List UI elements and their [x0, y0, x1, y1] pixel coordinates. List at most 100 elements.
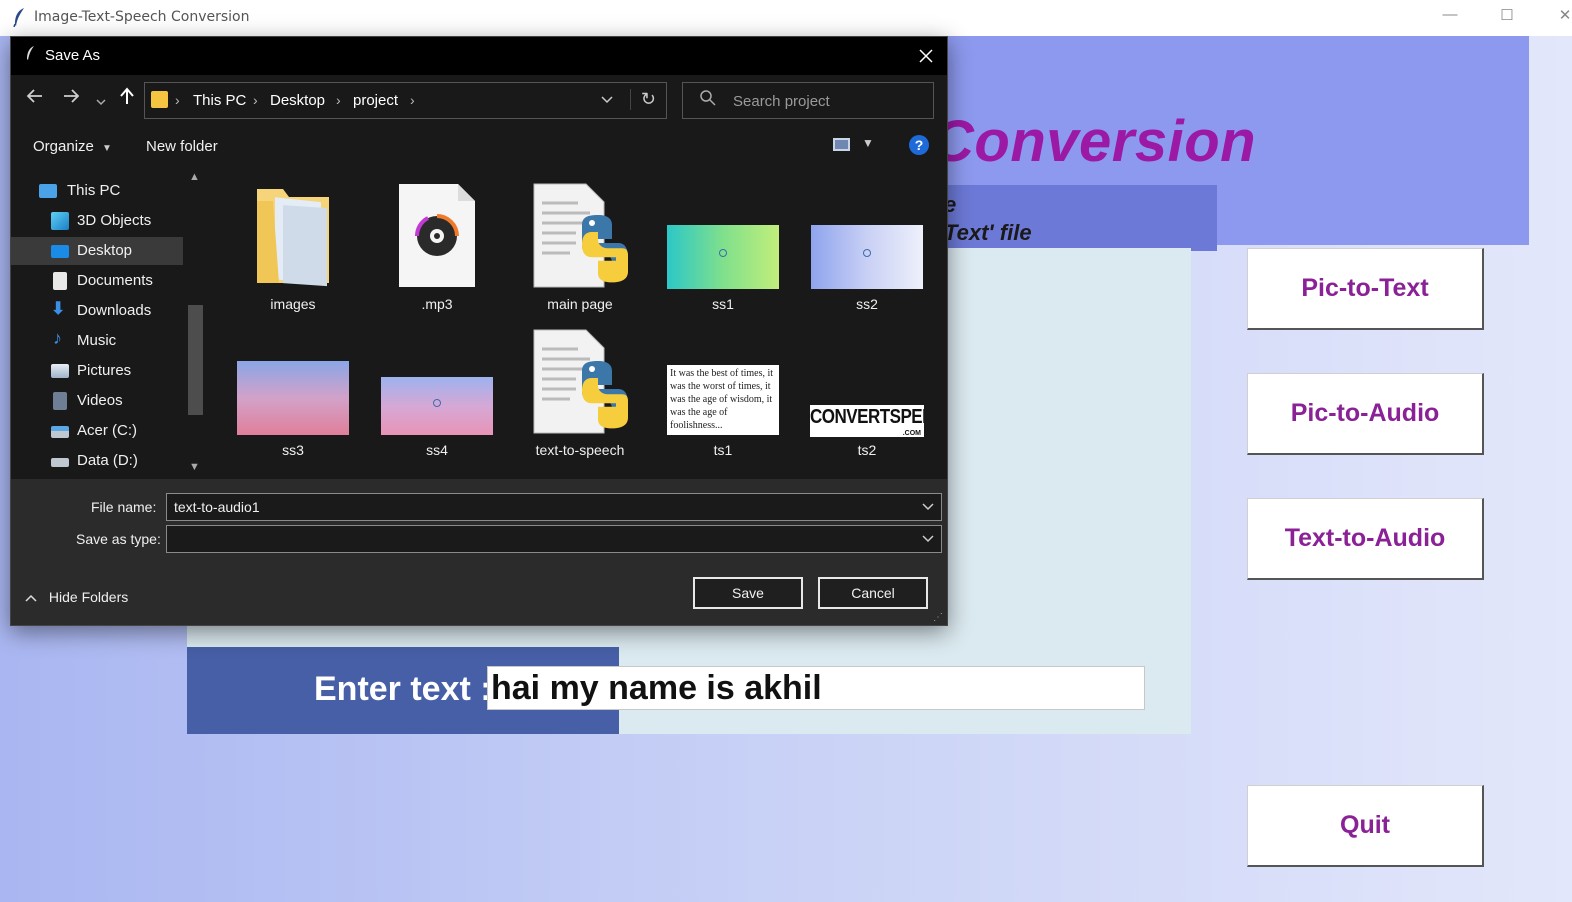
minimize-button[interactable]: — — [1430, 6, 1470, 23]
thumbnail-mark-icon — [719, 249, 727, 257]
file-name: ts1 — [713, 442, 733, 458]
cube-icon — [51, 212, 69, 230]
file-name: ts2 — [857, 442, 877, 458]
chevron-up-icon[interactable]: ▲ — [189, 171, 200, 183]
sidebar-item-label: Acer (C:) — [77, 422, 137, 439]
organize-label: Organize — [33, 138, 94, 155]
file-name: ss3 — [282, 442, 304, 458]
window-close-button[interactable]: ✕ — [1545, 6, 1572, 24]
sidebar-item-downloads[interactable]: ⬇ Downloads — [11, 297, 183, 325]
thumbnail-mark-icon — [433, 399, 441, 407]
dialog-close-button[interactable] — [913, 43, 939, 69]
breadcrumb-this-pc[interactable]: This PC — [193, 92, 246, 109]
window-title: Image-Text-Speech Conversion — [34, 9, 250, 25]
save-as-type-select[interactable] — [166, 525, 942, 553]
file-name-input[interactable]: text-to-audio1 — [166, 493, 942, 521]
breadcrumb-desktop[interactable]: Desktop — [270, 92, 325, 109]
back-arrow-icon[interactable] — [23, 87, 47, 110]
file-item-text-to-speech[interactable]: text-to-speech — [510, 329, 650, 459]
save-as-type-label: Save as type: — [76, 531, 161, 547]
text-to-audio-button[interactable]: Text-to-Audio — [1247, 498, 1484, 580]
hide-folders-label: Hide Folders — [48, 589, 129, 605]
pic-to-text-button[interactable]: Pic-to-Text — [1247, 248, 1484, 330]
save-button[interactable]: Save — [693, 577, 803, 609]
save-as-dialog: Save As › This PC › Desktop › project › — [10, 36, 948, 626]
file-item-ts1[interactable]: It was the best of times, it was the wor… — [653, 329, 793, 459]
search-box[interactable]: Search project — [682, 82, 934, 119]
pic-to-audio-button[interactable]: Pic-to-Audio — [1247, 373, 1484, 455]
chevron-down-icon[interactable]: ▼ — [862, 136, 874, 150]
up-arrow-icon[interactable] — [115, 87, 139, 111]
chevron-down-icon[interactable]: ▼ — [189, 461, 200, 473]
ts2-logo-text: CONVERTSPEECH — [810, 405, 924, 428]
sidebar-item-documents[interactable]: Documents — [11, 267, 183, 295]
sidebar-item-label: Desktop — [77, 242, 133, 259]
file-item-main-page[interactable]: main page — [510, 183, 650, 313]
desktop-icon — [51, 245, 69, 258]
folder-icon — [151, 91, 168, 108]
chevron-down-icon[interactable] — [601, 91, 613, 108]
address-bar[interactable]: › This PC › Desktop › project › ↻ — [144, 82, 667, 119]
breadcrumb-project[interactable]: project — [353, 92, 398, 109]
breadcrumb-separator-icon: › — [336, 92, 341, 108]
sidebar-item-drive-c[interactable]: Acer (C:) — [11, 417, 183, 445]
file-name-label: File name: — [91, 499, 157, 515]
dialog-titlebar: Save As — [11, 37, 947, 75]
refresh-icon[interactable]: ↻ — [629, 89, 656, 110]
file-name: main page — [547, 296, 613, 312]
new-folder-button[interactable]: New folder — [146, 138, 218, 155]
pictures-icon — [51, 364, 69, 378]
file-item-ts2[interactable]: CONVERTSPEECH .COM ts2 — [797, 329, 937, 459]
breadcrumb-separator-icon: › — [175, 92, 180, 108]
sidebar-item-music[interactable]: ♪ Music — [11, 327, 183, 355]
computer-icon — [39, 184, 57, 198]
dialog-title: Save As — [45, 47, 101, 64]
image-thumbnail: CONVERTSPEECH .COM — [810, 405, 924, 437]
help-icon[interactable]: ? — [909, 135, 929, 155]
organize-button[interactable]: Organize ▼ — [33, 138, 112, 155]
navigation-pane: This PC 3D Objects Desktop Documents ⬇ D… — [11, 167, 207, 479]
app-header-title: Conversion — [932, 109, 1257, 174]
breadcrumb-separator-icon: › — [253, 92, 258, 108]
text-input[interactable]: hai my name is akhil — [487, 666, 1145, 710]
forward-arrow-icon[interactable] — [59, 87, 83, 110]
sidebar-item-drive-d[interactable]: Data (D:) — [11, 447, 183, 475]
sidebar-item-label: Downloads — [77, 302, 152, 319]
maximize-button[interactable]: ☐ — [1487, 6, 1527, 24]
resize-grip-icon[interactable]: ⋰ — [933, 612, 943, 623]
sidebar-item-desktop[interactable]: Desktop — [11, 237, 183, 265]
scrollbar-thumb[interactable] — [188, 305, 203, 415]
file-item-ss1[interactable]: ss1 — [653, 183, 793, 313]
file-item-ss4[interactable]: ss4 — [367, 329, 507, 459]
sidebar-item-label: Documents — [77, 272, 153, 289]
file-item-ss2[interactable]: ss2 — [797, 183, 937, 313]
navigation-scrollbar[interactable]: ▲ ▼ — [185, 167, 205, 479]
file-item-images[interactable]: images — [223, 183, 363, 313]
sidebar-item-this-pc[interactable]: This PC — [11, 177, 183, 205]
chevron-down-icon[interactable] — [922, 526, 934, 552]
sidebar-item-label: Pictures — [77, 362, 132, 379]
recent-locations-chevron-icon[interactable] — [89, 89, 113, 112]
view-options-icon[interactable] — [833, 138, 850, 151]
drive-icon — [51, 426, 69, 438]
folder-icon — [253, 183, 333, 288]
feather-icon — [12, 7, 28, 28]
file-name: .mp3 — [421, 296, 453, 312]
chevron-down-icon: ▼ — [102, 143, 112, 154]
image-thumbnail — [237, 361, 349, 435]
download-icon: ⬇ — [51, 299, 66, 318]
quit-button[interactable]: Quit — [1247, 785, 1484, 867]
file-item-mp3[interactable]: .mp3 — [367, 183, 507, 313]
sidebar-item-3d-objects[interactable]: 3D Objects — [11, 207, 183, 235]
python-file-icon — [530, 329, 630, 437]
file-name-value: text-to-audio1 — [174, 499, 260, 515]
cancel-button[interactable]: Cancel — [818, 577, 928, 609]
sidebar-item-pictures[interactable]: Pictures — [11, 357, 183, 385]
hide-folders-toggle[interactable]: Hide Folders — [25, 589, 128, 605]
chevron-up-icon — [25, 589, 39, 605]
enter-text-label: Enter text : — [314, 670, 492, 708]
chevron-down-icon[interactable] — [922, 494, 934, 520]
sidebar-item-videos[interactable]: Videos — [11, 387, 183, 415]
file-item-ss3[interactable]: ss3 — [223, 329, 363, 459]
file-name: ss2 — [856, 296, 878, 312]
